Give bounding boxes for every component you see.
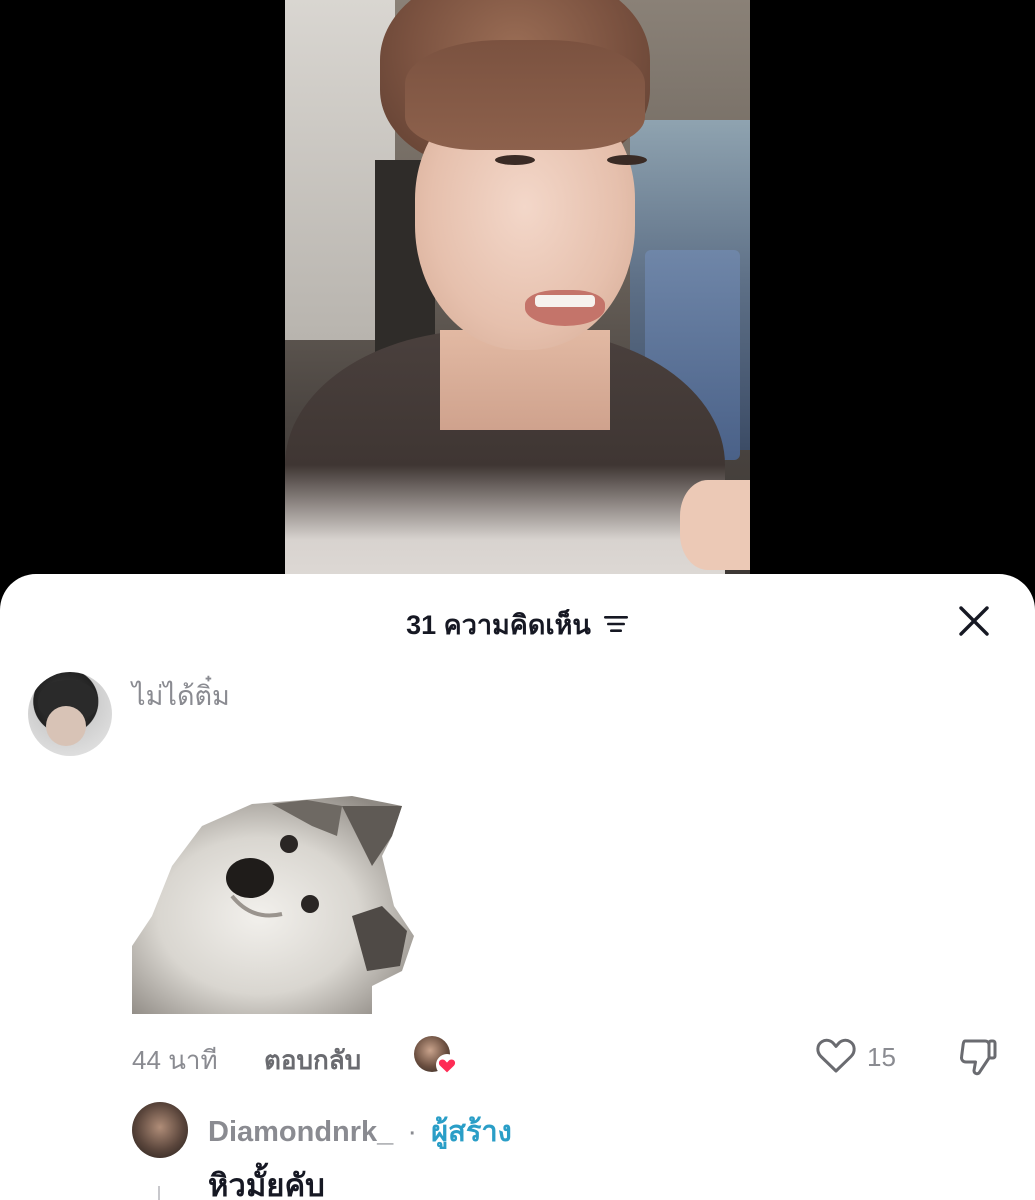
avatar-face xyxy=(46,706,86,746)
video-person-eye-right xyxy=(607,155,647,165)
comments-header: 31 ความคิดเห็น xyxy=(0,604,1035,644)
thread-line xyxy=(158,1186,160,1200)
reply-button[interactable]: ตอบกลับ xyxy=(264,1040,361,1081)
video-person-hand xyxy=(680,480,750,570)
close-icon[interactable] xyxy=(957,604,991,638)
video-person-fringe xyxy=(405,40,645,150)
dog-sticker xyxy=(132,796,414,1014)
heart-outline-icon[interactable] xyxy=(815,1036,857,1074)
separator-dot: · xyxy=(407,1116,418,1148)
video-person-eye-left xyxy=(495,155,535,165)
sort-lines-icon[interactable] xyxy=(603,614,629,634)
reply-text: หิวมั้ยคับ xyxy=(208,1168,325,1200)
video-player[interactable] xyxy=(285,0,750,600)
app-screen: 31 ความคิดเห็น ไม่ได้ติ๋ม 44 นาที ตอบกลั… xyxy=(0,0,1035,1200)
video-person-teeth xyxy=(535,295,595,307)
creator-badge: ผู้สร้าง xyxy=(431,1116,512,1148)
heart-filled-icon xyxy=(436,1054,458,1076)
comment-username[interactable]: ไม่ได้ติ๋ม xyxy=(132,674,230,717)
comments-sheet: 31 ความคิดเห็น ไม่ได้ติ๋ม 44 นาที ตอบกลั… xyxy=(0,574,1035,1200)
comment-timestamp: 44 นาที xyxy=(132,1045,218,1075)
comments-count-title: 31 ความคิดเห็น xyxy=(406,609,591,640)
thumbs-down-icon[interactable] xyxy=(957,1036,999,1078)
comment-meta: 44 นาที ตอบกลับ 15 xyxy=(132,1036,1008,1076)
creator-liked-badge xyxy=(414,1036,458,1076)
avatar[interactable] xyxy=(28,672,112,756)
reply-header: Diamondnrk_ · ผู้สร้าง xyxy=(208,1108,512,1154)
reply-username[interactable]: Diamondnrk_ xyxy=(208,1116,393,1148)
avatar[interactable] xyxy=(132,1102,188,1158)
like-count: 15 xyxy=(867,1042,896,1072)
